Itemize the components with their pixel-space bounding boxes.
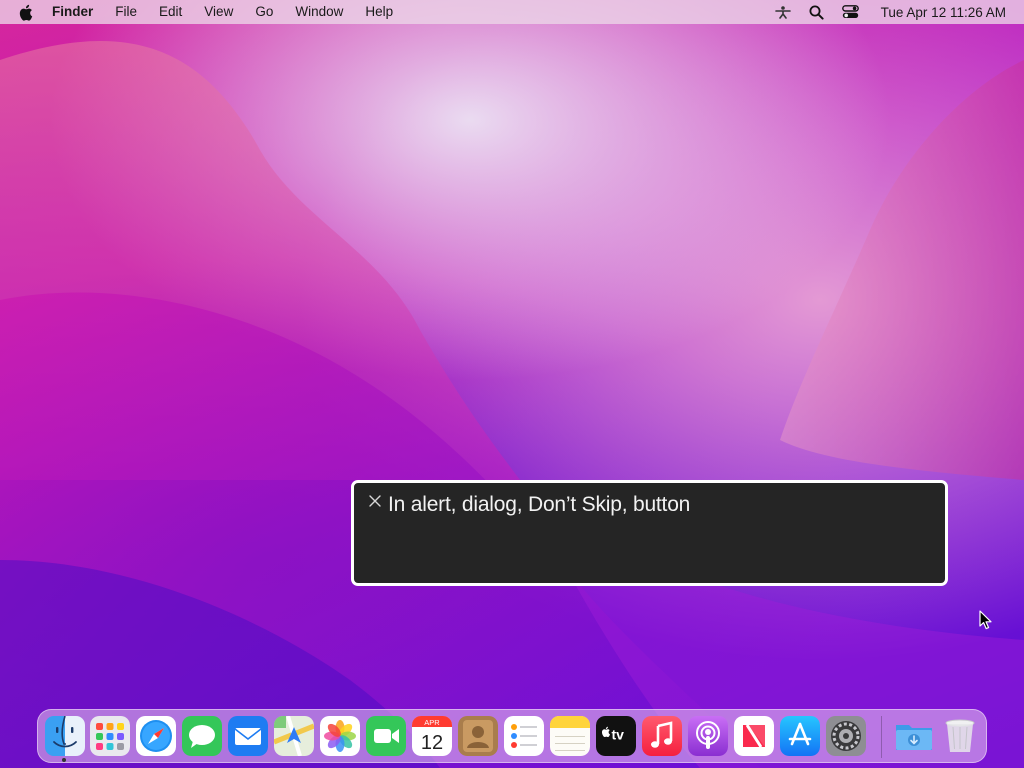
desktop-wallpaper <box>0 0 1024 768</box>
calendar-month: APR <box>424 718 440 727</box>
contacts-icon[interactable] <box>458 716 498 756</box>
calendar-day: 12 <box>421 732 443 754</box>
reminders-icon[interactable] <box>504 716 544 756</box>
menu-app-name[interactable]: Finder <box>52 0 93 24</box>
running-indicator <box>62 758 66 762</box>
maps-icon[interactable] <box>274 716 314 756</box>
voiceover-icon[interactable] <box>774 5 791 19</box>
mail-icon[interactable] <box>228 716 268 756</box>
music-icon[interactable] <box>642 716 682 756</box>
menu-clock[interactable]: Tue Apr 12 11:26 AM <box>881 5 1006 20</box>
launchpad-icon[interactable] <box>90 716 130 756</box>
safari-icon[interactable] <box>136 716 176 756</box>
close-icon[interactable] <box>368 494 382 508</box>
tv-label: tv <box>612 727 625 743</box>
menu-bar: Finder File Edit View Go Window Help Tue… <box>0 0 1024 24</box>
menu-view[interactable]: View <box>204 0 233 24</box>
menu-go[interactable]: Go <box>255 0 273 24</box>
menu-file[interactable]: File <box>115 0 137 24</box>
photos-icon[interactable] <box>320 716 360 756</box>
facetime-icon[interactable] <box>366 716 406 756</box>
system-preferences-icon[interactable] <box>826 716 866 756</box>
podcasts-icon[interactable] <box>688 716 728 756</box>
downloads-folder-icon[interactable] <box>894 716 934 756</box>
finder-icon[interactable] <box>45 716 85 756</box>
mouse-pointer-icon <box>979 610 992 630</box>
caption-text: In alert, dialog, Don’t Skip, button <box>388 493 691 516</box>
voiceover-caption-panel: In alert, dialog, Don’t Skip, button <box>351 480 948 586</box>
calendar-icon[interactable]: APR 12 <box>412 716 452 756</box>
messages-icon[interactable] <box>182 716 222 756</box>
spotlight-search-icon[interactable] <box>809 5 824 20</box>
dock: APR 12 tv <box>37 709 987 763</box>
news-icon[interactable] <box>734 716 774 756</box>
menu-help[interactable]: Help <box>365 0 393 24</box>
app-store-icon[interactable] <box>780 716 820 756</box>
trash-icon[interactable] <box>940 716 980 756</box>
menu-edit[interactable]: Edit <box>159 0 182 24</box>
apple-logo-icon[interactable] <box>18 4 34 21</box>
notes-icon[interactable] <box>550 716 590 756</box>
dock-separator <box>881 716 882 758</box>
wallpaper-ridges <box>0 40 1024 768</box>
control-center-icon[interactable] <box>841 5 859 19</box>
menu-window[interactable]: Window <box>295 0 343 24</box>
apple-tv-icon[interactable]: tv <box>596 716 636 756</box>
